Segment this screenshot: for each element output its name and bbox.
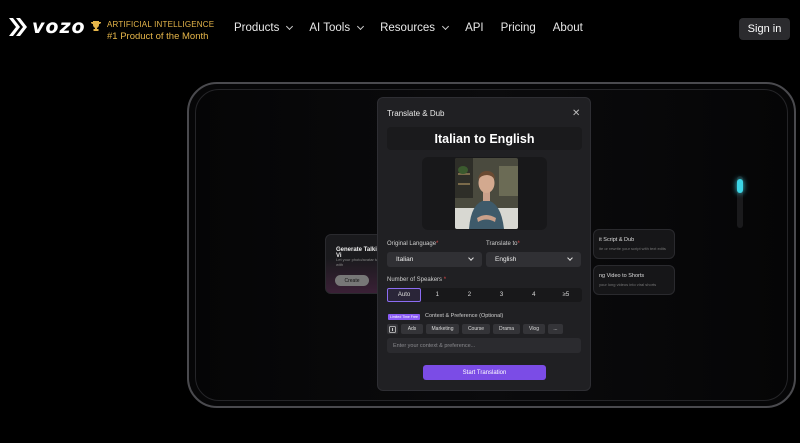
language-pair-header: Italian to English [387, 127, 582, 150]
menu-ai-tools[interactable]: AI Tools [309, 22, 365, 34]
speaker-option-5-plus[interactable]: ≥5 [550, 288, 582, 302]
context-input[interactable] [387, 338, 581, 353]
speaker-option-4[interactable]: 4 [518, 288, 550, 302]
main-menu: Products AI Tools Resources API Pricing … [234, 22, 600, 34]
speakers-label: Number of Speakers * [387, 277, 447, 283]
speaker-option-2[interactable]: 2 [453, 288, 485, 302]
speaker-option-auto[interactable]: Auto [387, 288, 422, 302]
menu-products[interactable]: Products [234, 22, 294, 34]
info-icon[interactable] [387, 324, 398, 334]
chevron-down-icon [286, 22, 294, 31]
logo[interactable]: vozo [8, 16, 86, 38]
chevron-down-icon [442, 22, 450, 31]
top-navigation: vozo ARTIFICIAL INTELLIGENCE #1 Product … [0, 0, 800, 58]
logo-text: vozo [32, 16, 86, 38]
chevron-down-icon [567, 255, 573, 261]
video-thumbnail[interactable] [455, 158, 518, 229]
menu-resources[interactable]: Resources [380, 22, 450, 34]
person-image [455, 158, 518, 229]
menu-pricing[interactable]: Pricing [501, 22, 536, 34]
context-label: Context & Preference (Optional) [425, 313, 504, 319]
chip-more[interactable]: ... [548, 324, 563, 334]
menu-about[interactable]: About [553, 22, 583, 34]
chip-vlog[interactable]: Vlog [523, 324, 545, 334]
speakers-selector: Auto 1 2 3 4 ≥5 [387, 288, 582, 302]
chevron-down-icon [357, 22, 365, 31]
start-translation-button[interactable]: Start Translation [423, 365, 546, 380]
chip-drama[interactable]: Drama [493, 324, 520, 334]
award-line-1: ARTIFICIAL INTELLIGENCE [107, 20, 215, 29]
chip-marketing[interactable]: Marketing [426, 324, 459, 334]
chevron-down-icon [468, 255, 474, 261]
speaker-option-1[interactable]: 1 [421, 288, 453, 302]
script-dub-card[interactable]: it Script & Dub ite or rewrite your scri… [593, 229, 675, 259]
create-button[interactable]: Create [335, 275, 369, 286]
award-badge: ARTIFICIAL INTELLIGENCE #1 Product of th… [90, 19, 214, 42]
trophy-icon [91, 21, 101, 31]
original-language-label: Original Language* [387, 241, 439, 247]
menu-api[interactable]: API [465, 22, 484, 34]
side-indicator-glow [737, 179, 743, 193]
sign-in-button[interactable]: Sign in [739, 18, 790, 40]
free-badge: Limited Time Free [388, 314, 421, 320]
context-chips: Ads Marketing Course Drama Vlog ... [387, 324, 566, 334]
original-language-select[interactable]: Italian [387, 252, 482, 267]
modal-title: Translate & Dub [387, 109, 445, 118]
award-line-2: #1 Product of the Month [107, 31, 209, 42]
video-to-shorts-card[interactable]: ng Video to Shorts your long videos into… [593, 265, 675, 295]
close-icon[interactable]: ✕ [572, 108, 580, 119]
vozo-logo-icon [9, 18, 27, 36]
chip-course[interactable]: Course [462, 324, 490, 334]
speaker-option-3[interactable]: 3 [486, 288, 518, 302]
translate-to-label: Translate to* [486, 241, 520, 247]
chip-ads[interactable]: Ads [401, 324, 423, 334]
translate-dub-modal: Translate & Dub ✕ Italian to English Ori… [377, 97, 591, 391]
translate-to-select[interactable]: English [486, 252, 581, 267]
video-preview [422, 157, 547, 230]
